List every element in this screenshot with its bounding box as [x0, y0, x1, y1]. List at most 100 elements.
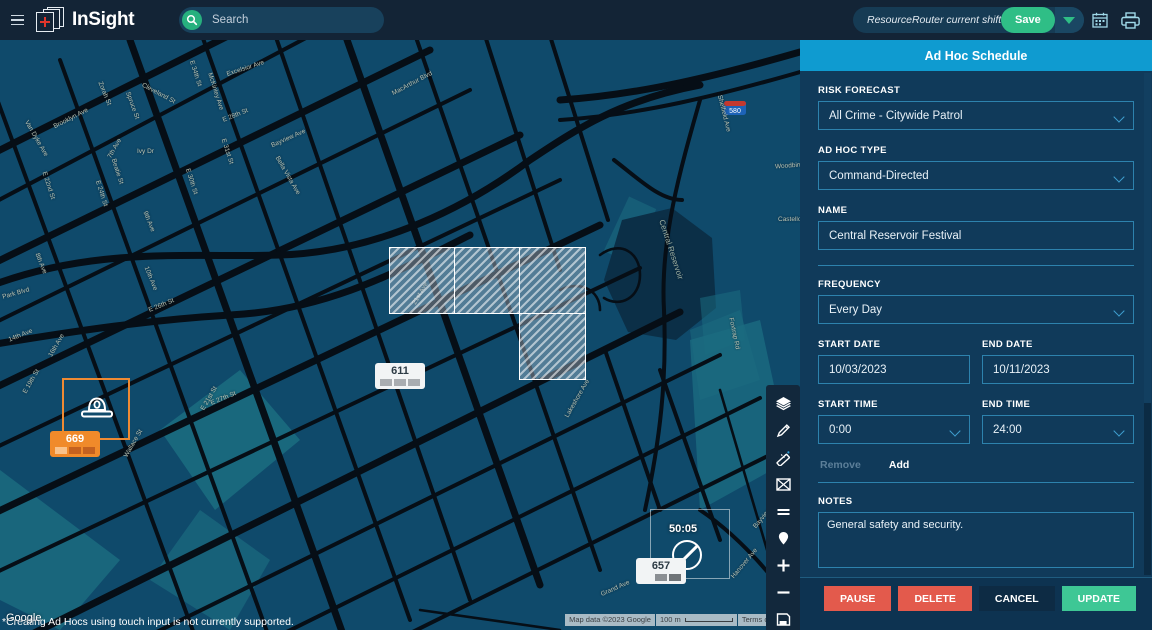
ruler-icon[interactable] — [768, 445, 798, 470]
panel-scrollbar-thumb[interactable] — [1144, 73, 1151, 403]
end-date-field: END DATE — [982, 339, 1134, 384]
unit-tag[interactable]: 669 — [50, 431, 100, 457]
layers-icon[interactable] — [768, 391, 798, 416]
end-time-select[interactable]: 24:00 — [982, 415, 1134, 444]
cancel-button[interactable]: CANCEL — [978, 586, 1055, 611]
app-logo[interactable]: InSight — [34, 6, 135, 34]
map-scale-label: 100 m — [659, 615, 681, 624]
unit-tag[interactable]: 657 — [636, 558, 686, 584]
unit-status-bars — [55, 447, 95, 454]
time-row-actions: Remove Add — [820, 459, 1134, 471]
map-attribution: Map data ©2023 Google 100 m Terms of Use — [565, 614, 790, 626]
section-divider — [818, 265, 1134, 266]
notes-label: NOTES — [818, 496, 853, 507]
frequency-select[interactable]: Every Day — [818, 295, 1134, 324]
start-time-label: START TIME — [818, 399, 878, 410]
end-time-value: 24:00 — [993, 423, 1022, 436]
shift-dropdown-button[interactable] — [1054, 7, 1084, 33]
notes-textarea[interactable]: General safety and security. — [818, 512, 1134, 568]
risk-forecast-label: RISK FORECAST — [818, 85, 901, 96]
risk-cell[interactable] — [389, 247, 455, 314]
frequency-label: FREQUENCY — [818, 279, 881, 290]
zoom-out-icon[interactable] — [768, 580, 798, 605]
app-name: InSight — [72, 9, 135, 30]
unit-id: 657 — [651, 560, 671, 572]
panel-action-buttons: PAUSE DELETE CANCEL UPDATE — [824, 586, 1136, 611]
map-scale-bar — [684, 618, 733, 622]
frequency-field: FREQUENCY Every Day — [818, 279, 1134, 324]
remove-time-link[interactable]: Remove — [820, 459, 861, 471]
unit-id: 611 — [391, 365, 409, 377]
map-toolbar — [766, 385, 800, 630]
search-input[interactable] — [212, 14, 362, 26]
ad-hoc-schedule-panel: Ad Hoc Schedule RISK FORECAST All Crime … — [800, 40, 1152, 630]
panel-footer: PAUSE DELETE CANCEL UPDATE — [800, 577, 1152, 630]
police-cap-icon — [80, 396, 114, 422]
pause-button[interactable]: PAUSE — [824, 586, 892, 611]
start-time-value: 0:00 — [829, 423, 852, 436]
start-date-label: START DATE — [818, 339, 881, 350]
search-box[interactable] — [179, 7, 384, 33]
notes-field: NOTES General safety and security. — [818, 496, 1134, 573]
end-time-field: END TIME 24:00 — [982, 399, 1134, 444]
stacked-cards-plus-logo-icon — [34, 6, 66, 34]
pencil-icon[interactable] — [768, 418, 798, 443]
unit-tag[interactable]: 611 — [375, 363, 425, 389]
google-attribution-logo: Google — [6, 612, 42, 624]
polygon-image-icon[interactable] — [768, 472, 798, 497]
frequency-value: Every Day — [829, 303, 883, 316]
zoom-in-icon[interactable] — [768, 553, 798, 578]
risk-cell[interactable] — [454, 247, 520, 314]
calendar-icon[interactable] — [1088, 8, 1112, 32]
start-date-input[interactable] — [829, 356, 959, 383]
name-input[interactable] — [829, 222, 1123, 249]
update-button[interactable]: UPDATE — [1061, 586, 1136, 611]
name-field: NAME — [818, 205, 1134, 250]
risk-cell[interactable] — [519, 247, 586, 314]
app-header: InSight ResourceRouter current shift Sav… — [0, 0, 1152, 40]
save-card-icon[interactable] — [768, 607, 798, 630]
unit-timer: 50:05 — [669, 523, 698, 535]
chevron-down-icon — [949, 425, 961, 437]
hamburger-icon[interactable] — [4, 0, 30, 40]
name-input-wrap[interactable] — [818, 221, 1134, 250]
ad-hoc-type-value: Command-Directed — [829, 169, 929, 182]
date-range-row: START DATE END DATE — [818, 339, 1134, 384]
search-icon — [182, 10, 202, 30]
name-label: NAME — [818, 205, 848, 216]
chevron-down-icon — [1113, 111, 1125, 123]
end-time-label: END TIME — [982, 399, 1031, 410]
touch-input-footnote: *Creating Ad Hocs using touch input is n… — [2, 616, 294, 628]
ad-hoc-type-select[interactable]: Command-Directed — [818, 161, 1134, 190]
end-date-input-wrap[interactable] — [982, 355, 1134, 384]
unit-status-bars — [380, 379, 420, 386]
section-divider — [818, 482, 1134, 483]
start-time-select[interactable]: 0:00 — [818, 415, 970, 444]
risk-forecast-value: All Crime - Citywide Patrol — [829, 109, 963, 122]
end-date-input[interactable] — [993, 356, 1123, 383]
risk-forecast-select[interactable]: All Crime - Citywide Patrol — [818, 101, 1134, 130]
ad-hoc-type-field: AD HOC TYPE Command-Directed — [818, 145, 1134, 190]
chevron-down-icon — [1113, 171, 1125, 183]
chevron-down-icon — [1113, 305, 1125, 317]
chevron-down-icon — [1063, 16, 1076, 24]
list-icon[interactable] — [768, 499, 798, 524]
panel-scrollbar[interactable] — [1144, 73, 1151, 575]
chevron-down-icon — [1113, 425, 1125, 437]
delete-button[interactable]: DELETE — [898, 586, 972, 611]
unit-status-bars — [641, 574, 681, 581]
unit-id: 669 — [65, 433, 85, 445]
application-window: InSight ResourceRouter current shift Sav… — [0, 0, 1152, 630]
risk-cell[interactable] — [519, 313, 586, 380]
printer-icon[interactable] — [1118, 8, 1142, 32]
add-time-link[interactable]: Add — [889, 459, 909, 471]
shift-selector[interactable]: ResourceRouter current shift Save — [853, 7, 1084, 33]
end-date-label: END DATE — [982, 339, 1033, 350]
map-canvas[interactable]: .rd { stroke:#060e16; fill:none; stroke-… — [0, 40, 800, 630]
time-range-row: START TIME 0:00 END TIME 24:00 — [818, 399, 1134, 444]
start-date-input-wrap[interactable] — [818, 355, 970, 384]
shift-label: ResourceRouter current shift — [867, 14, 1002, 26]
panel-title: Ad Hoc Schedule — [800, 40, 1152, 71]
location-pin-icon[interactable] — [768, 526, 798, 551]
save-button[interactable]: Save — [1001, 7, 1055, 33]
